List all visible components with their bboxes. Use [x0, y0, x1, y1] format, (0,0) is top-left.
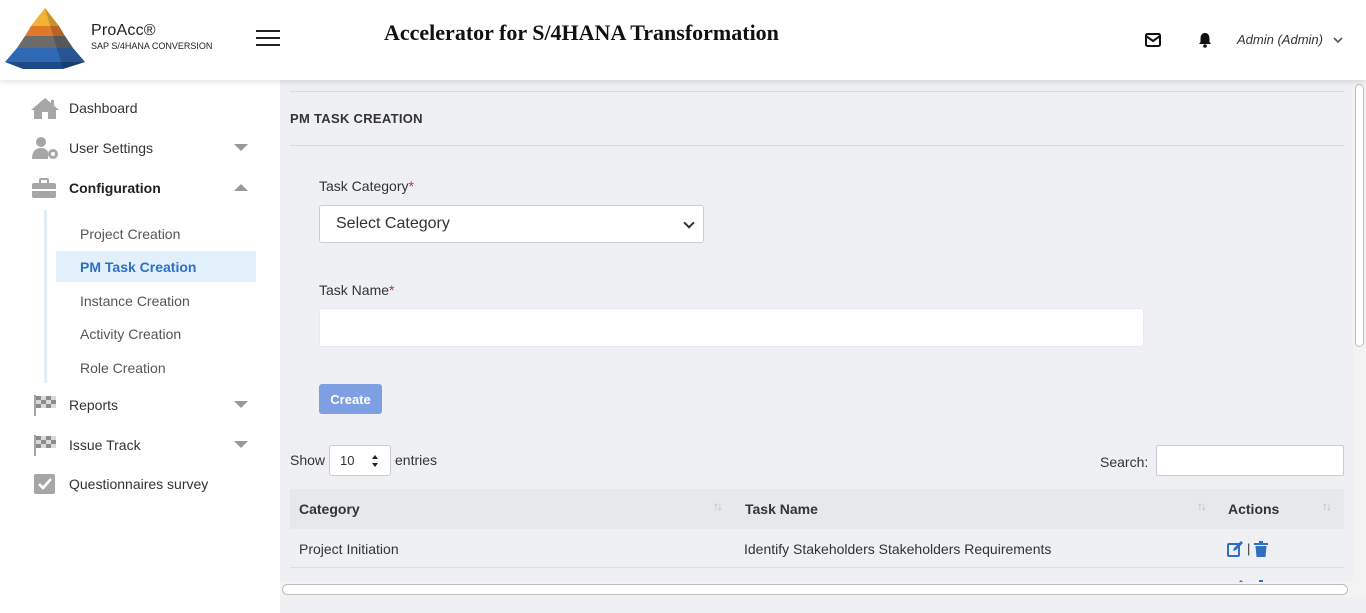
required-mark: * [408, 178, 414, 194]
edit-icon[interactable] [1227, 540, 1243, 557]
horizontal-scrollbar[interactable] [280, 582, 1353, 597]
task-name-label: Task Name* [319, 282, 395, 298]
sidebar-item-label: Questionnaires survey [69, 476, 209, 492]
cell-category: Project Initiation [299, 540, 399, 557]
up-down-arrows-icon [372, 455, 378, 467]
create-button[interactable]: Create [319, 384, 382, 414]
sidebar-item-user-settings[interactable]: User Settings [30, 133, 260, 163]
vertical-scrollbar[interactable] [1353, 80, 1366, 613]
app-title: Accelerator for S/4HANA Transformation [384, 20, 779, 45]
mail-icon[interactable] [1144, 31, 1162, 49]
action-separator: | [1247, 541, 1251, 556]
brand-name: ProAcc® [91, 22, 156, 39]
vertical-scrollbar-thumb[interactable] [1355, 84, 1364, 347]
sidebar-item-configuration[interactable]: Configuration [30, 173, 260, 203]
sidebar-item-label: Configuration [69, 180, 161, 196]
sidebar-item-label: Issue Track [69, 437, 141, 453]
table-header: Category ↑↓ Task Name ↑↓ Actions ↑↓ [290, 489, 1344, 529]
task-category-label: Task Category* [319, 178, 414, 194]
chevron-down-icon [683, 217, 695, 229]
divider [290, 145, 1344, 146]
sidebar-item-label: Dashboard [69, 100, 138, 116]
brand-logo[interactable]: ProAcc® SAP S/4HANA CONVERSION [0, 0, 240, 80]
task-category-value: Select Category [336, 215, 450, 232]
caret-down-icon [234, 401, 248, 408]
entries-length-select[interactable]: 10 [329, 445, 391, 476]
horizontal-scrollbar-thumb[interactable] [282, 584, 1348, 595]
cell-task-name: Identify Stakeholders Stakeholders Requi… [744, 540, 1052, 557]
column-header-category[interactable]: Category [299, 489, 360, 529]
submenu-item-pm-task-creation[interactable]: PM Task Creation [56, 251, 256, 282]
sidebar-item-questionnaires-survey[interactable]: Questionnaires survey [30, 469, 260, 499]
user-name: Admin (Admin) [1237, 32, 1323, 47]
entries-value: 10 [340, 453, 355, 468]
sidebar-item-reports[interactable]: Reports [30, 390, 260, 420]
sidebar-item-issue-track[interactable]: Issue Track [30, 430, 260, 460]
menu-toggle-icon[interactable] [256, 30, 280, 48]
checkbox-icon [34, 474, 55, 494]
submenu-item-instance-creation[interactable]: Instance Creation [56, 285, 256, 316]
table-row: Project Initiation Identify Stakeholders… [290, 529, 1344, 568]
home-icon [31, 98, 59, 119]
checkered-flag-icon [34, 395, 56, 416]
sidebar-item-dashboard[interactable]: Dashboard [30, 93, 260, 123]
caret-down-icon [234, 144, 248, 151]
required-mark: * [389, 282, 395, 298]
briefcase-icon [32, 178, 56, 198]
trash-icon[interactable] [1254, 540, 1269, 557]
sort-icon[interactable]: ↑↓ [1322, 499, 1332, 513]
task-name-input[interactable] [319, 308, 1144, 347]
divider [290, 91, 1344, 92]
bell-icon[interactable] [1196, 31, 1214, 49]
column-header-task-name[interactable]: Task Name [745, 489, 818, 529]
submenu-item-role-creation[interactable]: Role Creation [56, 352, 256, 383]
sidebar: Dashboard User Settings Configuration Pr… [0, 80, 280, 613]
sidebar-item-label: User Settings [69, 140, 154, 156]
brand-subtitle: SAP S/4HANA CONVERSION [91, 41, 213, 51]
search-input[interactable] [1156, 445, 1344, 476]
submenu-item-project-creation[interactable]: Project Creation [56, 218, 256, 249]
task-table: Category ↑↓ Task Name ↑↓ Actions ↑↓ Proj… [290, 489, 1344, 586]
cell-actions: | [1227, 529, 1269, 568]
entries-label: entries [395, 452, 438, 468]
sidebar-item-label: Reports [69, 397, 119, 413]
user-gear-icon [32, 137, 58, 159]
top-header: ProAcc® SAP S/4HANA CONVERSION Accelerat… [0, 0, 1366, 80]
page-bottom-area [280, 597, 1366, 613]
sort-icon[interactable]: ↑↓ [1197, 499, 1207, 513]
checkered-flag-icon [34, 435, 56, 456]
submenu-item-activity-creation[interactable]: Activity Creation [56, 318, 256, 349]
pyramid-logo-icon [5, 8, 85, 69]
search-label: Search: [1100, 454, 1149, 470]
show-label: Show [290, 452, 326, 468]
page-title: PM TASK CREATION [290, 111, 423, 126]
column-header-actions[interactable]: Actions [1228, 489, 1279, 529]
main-content: PM TASK CREATION Task Category* Select C… [280, 80, 1353, 586]
submenu-guide-line [44, 210, 47, 383]
task-category-select[interactable]: Select Category [319, 205, 704, 243]
sort-icon[interactable]: ↑↓ [713, 499, 723, 513]
caret-up-icon [234, 184, 248, 191]
chevron-down-icon [1333, 36, 1343, 43]
user-menu[interactable]: Admin (Admin) [1237, 32, 1343, 47]
caret-down-icon [234, 441, 248, 448]
